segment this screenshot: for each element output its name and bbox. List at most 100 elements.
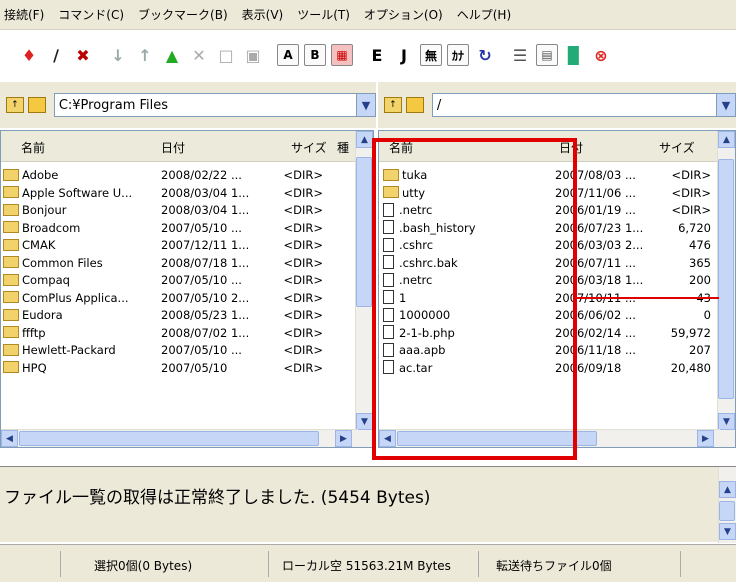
file-date: 2008/02/22 ... [161, 168, 242, 182]
table-row[interactable]: Compaq 2007/05/10 ... <DIR> [1, 272, 373, 290]
local-list-header: 名前 日付 サイズ 種 [1, 131, 373, 162]
scroll-thumb[interactable] [718, 159, 734, 399]
euc-icon[interactable]: E [366, 43, 388, 67]
file-size: <DIR> [283, 343, 323, 357]
file-date: 2007/05/10 ... [161, 273, 242, 287]
refresh-icon[interactable]: ↻ [474, 43, 496, 67]
jis-icon[interactable]: J [393, 43, 415, 67]
menu-bookmark[interactable]: ブックマーク(B) [138, 6, 228, 23]
col-date[interactable]: 日付 [161, 139, 185, 156]
chevron-down-icon[interactable]: ▼ [356, 94, 375, 116]
scroll-left-icon[interactable]: ◀ [1, 430, 18, 447]
file-date: 2008/03/04 1... [161, 203, 250, 217]
highlight-line [577, 297, 719, 299]
remote-folder-icon[interactable] [405, 97, 424, 113]
kana-icon[interactable]: ｶﾅ [447, 44, 469, 66]
table-row[interactable]: CMAK 2007/12/11 1... <DIR> [1, 237, 373, 255]
file-size: <DIR> [283, 255, 323, 270]
menu-view[interactable]: 表示(V) [242, 6, 284, 23]
mkdir-icon[interactable]: ▣ [242, 43, 264, 67]
local-path-input[interactable]: C:¥Program Files ▼ [53, 93, 376, 117]
menu-options[interactable]: オプション(O) [364, 6, 443, 23]
local-hscroll[interactable]: ◀ ▶ [1, 429, 358, 447]
log-vscroll[interactable]: ▲ ▼ [718, 467, 736, 543]
scroll-right-icon[interactable]: ▶ [335, 430, 352, 447]
file-name: Bonjour [3, 203, 66, 217]
table-row[interactable]: Hewlett-Packard 2007/05/10 ... <DIR> [1, 342, 373, 360]
connect-icon[interactable]: ♦ [18, 43, 40, 67]
parent-folder-icon[interactable]: ▲ [161, 43, 183, 67]
chevron-down-icon[interactable]: ▼ [716, 94, 735, 116]
remote-up-folder-icon[interactable]: ↑ [384, 97, 402, 113]
table-row[interactable]: ffftp 2008/07/02 1... <DIR> [1, 325, 373, 343]
table-row[interactable]: ComPlus Applica... 2007/05/10 2... <DIR> [1, 290, 373, 308]
file-size: 59,972 [670, 325, 711, 340]
scroll-up-icon[interactable]: ▲ [719, 481, 736, 498]
scroll-thumb[interactable] [719, 501, 735, 521]
col-size[interactable]: サイズ [291, 139, 327, 156]
folder-icon [3, 221, 19, 233]
scroll-up-icon[interactable]: ▲ [356, 131, 373, 148]
local-file-list[interactable]: 名前 日付 サイズ 種 Adobe 2008/02/22 ... <DIR> Appl… [0, 130, 374, 448]
auto-mode-icon[interactable]: ▦ [331, 44, 353, 66]
col-type[interactable]: 種 [337, 139, 349, 156]
table-row[interactable]: Bonjour 2008/03/04 1... <DIR> [1, 202, 373, 220]
file-name: CMAK [3, 238, 55, 252]
disconnect-icon[interactable]: ✖ [72, 43, 94, 67]
file-date: 2008/07/02 1... [161, 325, 250, 340]
log-message: ファイル一覧の取得は正常終了しました. (5454 Bytes) [4, 488, 431, 508]
quick-connect-icon[interactable]: ∕ [45, 43, 67, 67]
local-vscroll[interactable]: ▲ ▼ [355, 131, 373, 447]
log-panel: ファイル一覧の取得は正常終了しました. (5454 Bytes) ▲ ▼ [0, 466, 736, 543]
col-size[interactable]: サイズ [659, 139, 695, 156]
scroll-down-icon[interactable]: ▼ [718, 413, 735, 430]
folder-icon [3, 361, 19, 373]
delete-icon[interactable]: ✕ [188, 43, 210, 67]
scroll-right-icon[interactable]: ▶ [697, 430, 714, 447]
binary-mode-icon[interactable]: B [304, 44, 326, 66]
table-row[interactable]: HPQ 2007/05/10 <DIR> [1, 360, 373, 378]
stop-icon[interactable]: ⊗ [590, 43, 612, 67]
local-up-folder-icon[interactable]: ↑ [6, 97, 24, 113]
menu-bar: 接続(F) コマンド(C) ブックマーク(B) 表示(V) ツール(T) オプシ… [0, 0, 736, 30]
no-conversion-icon[interactable]: 無 [420, 44, 442, 66]
ascii-mode-icon[interactable]: A [277, 44, 299, 66]
remote-path-bar: ↑ / ▼ [378, 82, 736, 128]
menu-tools[interactable]: ツール(T) [297, 6, 350, 23]
menu-help[interactable]: ヘルプ(H) [457, 6, 511, 23]
scroll-thumb[interactable] [19, 431, 319, 446]
download-icon[interactable]: ↓ [107, 43, 129, 67]
file-size: <DIR> [671, 185, 711, 200]
upload-icon[interactable]: ↑ [134, 43, 156, 67]
file-size: <DIR> [283, 290, 323, 305]
status-selection: 選択0個(0 Bytes) [94, 559, 193, 573]
list-view-icon[interactable]: ☰ [509, 43, 531, 67]
folder-icon [3, 291, 19, 303]
rename-icon[interactable]: □ [215, 43, 237, 67]
folder-icon [3, 308, 19, 321]
local-folder-icon[interactable] [27, 97, 46, 113]
scroll-down-icon[interactable]: ▼ [356, 413, 373, 430]
table-row[interactable]: Eudora 2008/05/23 1... <DIR> [1, 307, 373, 325]
remote-vscroll[interactable]: ▲ ▼ [717, 131, 735, 447]
table-row[interactable]: Adobe 2008/02/22 ... <DIR> [1, 167, 373, 185]
table-row[interactable]: Broadcom 2007/05/10 ... <DIR> [1, 220, 373, 238]
col-name[interactable]: 名前 [21, 139, 45, 156]
file-size: 476 [689, 238, 711, 252]
file-name: Common Files [3, 256, 103, 270]
file-name: Compaq [3, 273, 70, 287]
detail-view-icon[interactable]: ▤ [536, 44, 558, 66]
file-size: 6,720 [678, 220, 711, 235]
menu-connect[interactable]: 接続(F) [4, 6, 44, 23]
tree-icon[interactable]: ▉ [563, 43, 585, 67]
file-size: <DIR> [283, 220, 323, 235]
scroll-thumb[interactable] [356, 157, 372, 307]
scroll-up-icon[interactable]: ▲ [718, 131, 735, 148]
table-row[interactable]: Apple Software U... 2008/03/04 1... <DIR> [1, 185, 373, 203]
local-rows: Adobe 2008/02/22 ... <DIR> Apple Software U… [1, 167, 373, 377]
scroll-down-icon[interactable]: ▼ [719, 523, 736, 540]
folder-icon [3, 273, 19, 286]
menu-command[interactable]: コマンド(C) [58, 6, 124, 23]
remote-path-input[interactable]: / ▼ [431, 93, 736, 117]
table-row[interactable]: Common Files 2008/07/18 1... <DIR> [1, 255, 373, 273]
